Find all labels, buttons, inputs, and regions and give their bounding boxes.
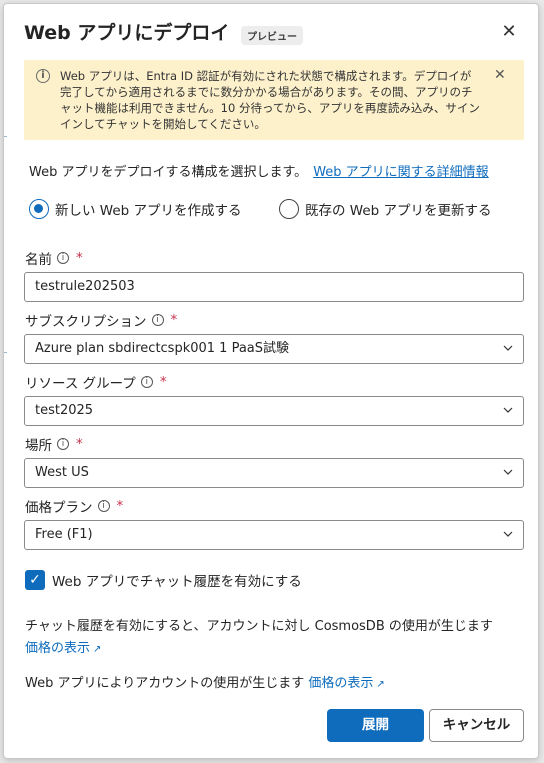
location-label-text: 場所 bbox=[25, 438, 52, 454]
subscription-select[interactable]: Azure plan sbdirectcspk001 1 PaaS試験 bbox=[24, 334, 524, 364]
intro: Web アプリをデプロイする構成を選択します。 Web アプリに関する詳細情報 bbox=[29, 161, 489, 180]
deploy-dialog: Web アプリにデプロイ プレビュー ✕ i Web アプリは、Entra ID… bbox=[3, 3, 539, 759]
resource-group-select[interactable]: test2025 bbox=[24, 396, 524, 426]
info-icon[interactable]: i bbox=[97, 500, 110, 512]
required-marker: * bbox=[76, 250, 83, 266]
cosmos-pricing-link[interactable]: 価格の表示 bbox=[25, 641, 90, 656]
required-marker: * bbox=[76, 436, 83, 452]
webapp-pricing-link[interactable]: 価格の表示 bbox=[308, 676, 373, 691]
subscription-label: サブスクリプション i * bbox=[25, 310, 177, 330]
info-icon[interactable]: i bbox=[140, 376, 153, 388]
webapp-note: Web アプリによりアカウントの使用が生じます 価格の表示 ↗ bbox=[25, 672, 385, 691]
cancel-button[interactable]: キャンセル bbox=[429, 709, 524, 742]
banner-text: Web アプリは、Entra ID 認証が有効にされた状態で構成されます。デプロ… bbox=[60, 69, 480, 131]
preview-badge: プレビュー bbox=[241, 26, 303, 45]
info-icon: i bbox=[36, 69, 50, 83]
external-link-icon: ↗ bbox=[93, 644, 102, 655]
name-label: 名前 i * bbox=[25, 248, 83, 268]
deploy-button[interactable]: 展開 bbox=[327, 709, 424, 742]
chevron-down-icon bbox=[503, 531, 513, 537]
cosmos-note: チャット履歴を有効にすると、アカウントに対し CosmosDB の使用が生じます bbox=[25, 619, 493, 634]
radio-unselected-icon[interactable] bbox=[279, 199, 299, 219]
required-marker: * bbox=[170, 312, 178, 328]
chevron-down-icon bbox=[503, 345, 513, 351]
subscription-label-text: サブスクリプション bbox=[25, 314, 147, 330]
chevron-down-icon bbox=[503, 407, 513, 413]
info-banner: i Web アプリは、Entra ID 認証が有効にされた状態で構成されます。デ… bbox=[24, 60, 524, 140]
required-marker: * bbox=[116, 498, 124, 514]
radio-update-existing[interactable]: 既存の Web アプリを更新する bbox=[279, 199, 492, 219]
location-select[interactable]: West US bbox=[24, 458, 524, 488]
resource-group-label: リソース グループ i * bbox=[25, 372, 167, 392]
name-input[interactable]: testrule202503 bbox=[24, 272, 524, 302]
resource-group-value: test2025 bbox=[35, 403, 94, 418]
location-label: 場所 i * bbox=[25, 434, 83, 454]
pricing-plan-value: Free (F1) bbox=[35, 527, 93, 542]
info-icon[interactable]: i bbox=[151, 314, 164, 326]
banner-close-icon[interactable]: ✕ bbox=[494, 67, 506, 83]
pricing-plan-select[interactable]: Free (F1) bbox=[24, 520, 524, 550]
radio-label-create: 新しい Web アプリを作成する bbox=[55, 203, 242, 219]
name-label-text: 名前 bbox=[25, 252, 52, 268]
checkmark-icon[interactable]: ✓ bbox=[25, 570, 45, 590]
info-icon[interactable]: i bbox=[57, 252, 69, 264]
background-edge bbox=[4, 352, 7, 353]
subscription-value: Azure plan sbdirectcspk001 1 PaaS試験 bbox=[35, 341, 290, 356]
chat-history-checkbox-row[interactable]: ✓ Web アプリでチャット履歴を有効にする bbox=[25, 570, 302, 590]
dialog-title: Web アプリにデプロイ bbox=[24, 22, 230, 44]
webapp-note-text: Web アプリによりアカウントの使用が生じます bbox=[25, 676, 305, 691]
radio-label-update: 既存の Web アプリを更新する bbox=[305, 203, 492, 219]
resource-group-label-text: リソース グループ bbox=[25, 376, 136, 392]
info-icon[interactable]: i bbox=[57, 438, 69, 450]
radio-selected-icon[interactable] bbox=[29, 199, 49, 219]
chat-history-label: Web アプリでチャット履歴を有効にする bbox=[52, 574, 302, 590]
pricing-plan-label: 価格プラン i * bbox=[25, 496, 123, 516]
required-marker: * bbox=[159, 374, 167, 390]
external-link-icon: ↗ bbox=[376, 679, 385, 690]
learn-more-link[interactable]: Web アプリに関する詳細情報 bbox=[313, 165, 488, 180]
cosmos-pricing[interactable]: 価格の表示 ↗ bbox=[25, 637, 101, 656]
background-edge bbox=[4, 136, 7, 137]
close-icon[interactable]: ✕ bbox=[497, 20, 521, 44]
radio-create-new[interactable]: 新しい Web アプリを作成する bbox=[29, 199, 242, 219]
intro-text: Web アプリをデプロイする構成を選択します。 bbox=[29, 165, 308, 180]
pricing-plan-label-text: 価格プラン bbox=[25, 500, 93, 516]
location-value: West US bbox=[35, 465, 89, 480]
chevron-down-icon bbox=[503, 469, 513, 475]
